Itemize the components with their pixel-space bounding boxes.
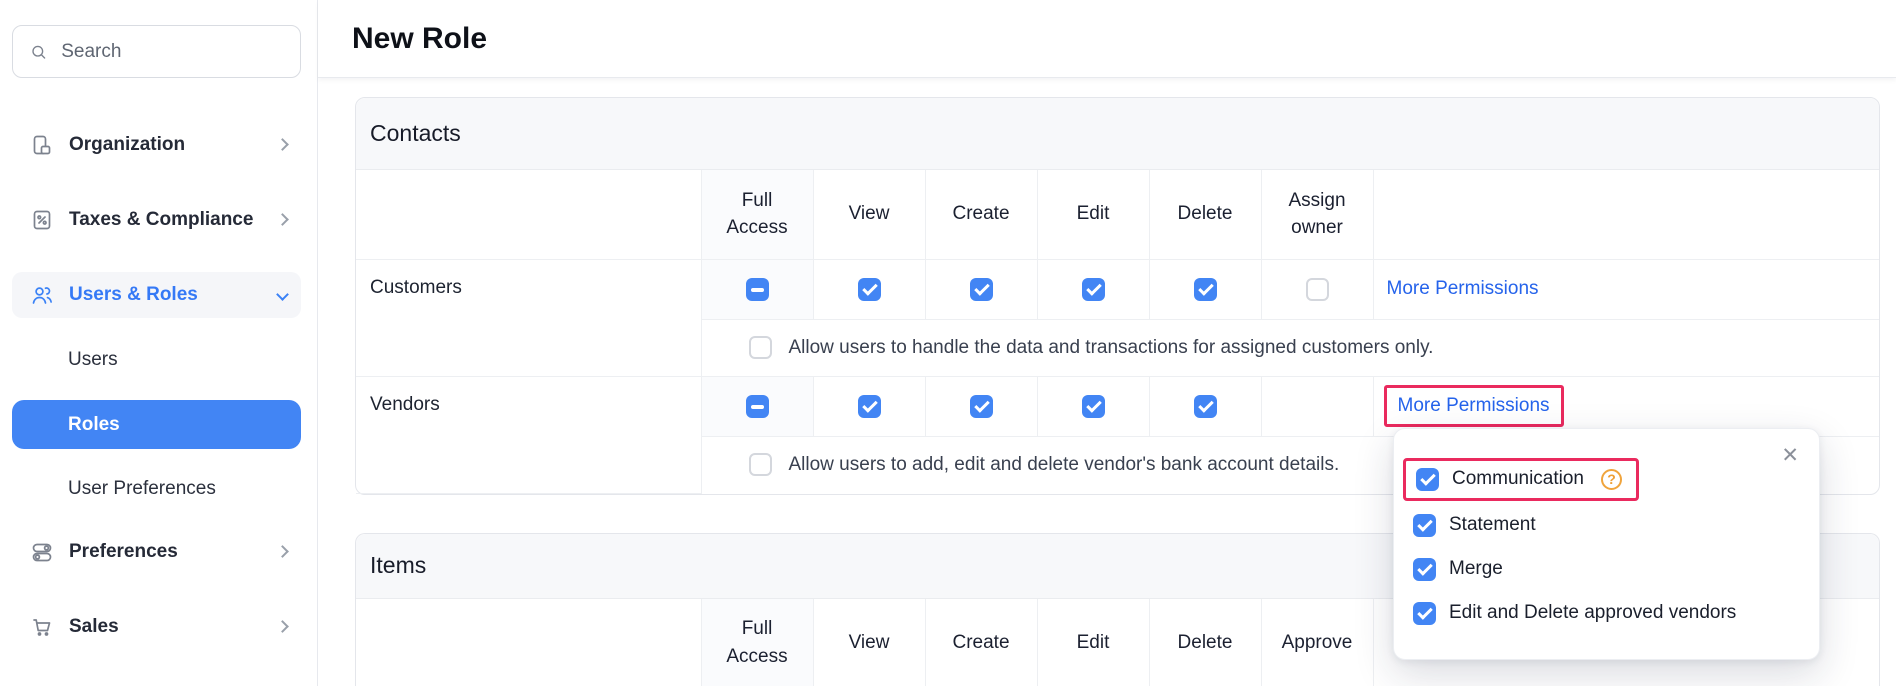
popup-option-label: Edit and Delete approved vendors [1449,602,1736,624]
sidebar-item-users[interactable]: Users [12,337,301,383]
column-header-edit: Edit [1037,599,1149,686]
vendors-view-checkbox[interactable] [858,395,881,418]
row-label-customers: Customers [356,259,701,376]
sidebar-item-users-roles[interactable]: Users & Roles [12,272,301,318]
vendors-delete-checkbox[interactable] [1194,395,1217,418]
popup-option-label: Communication [1452,468,1584,490]
popup-option-label: Merge [1449,558,1503,580]
table-header-row: Full Access View Create Edit Delete Assi… [356,170,1879,259]
column-header-full-access: Full Access [701,599,813,686]
column-header-view: View [813,170,925,259]
page-title: New Role [352,22,487,56]
column-header-full-access: Full Access [701,170,813,259]
sidebar-item-roles[interactable]: Roles [12,400,301,449]
search-box[interactable] [12,25,301,78]
sidebar-item-sales[interactable]: Sales [12,604,301,650]
customers-assign-owner-checkbox[interactable] [1306,278,1329,301]
sidebar-item-label: Users [68,349,118,371]
table-row-customers: Customers More Permissions [356,259,1879,319]
chevron-right-icon [278,543,287,561]
row-label-vendors: Vendors [356,376,701,493]
customers-assigned-only-checkbox[interactable] [749,336,772,359]
contacts-section-title: Contacts [356,98,1879,170]
vendors-more-permissions-link[interactable]: More Permissions [1398,395,1550,416]
customers-delete-checkbox[interactable] [1194,278,1217,301]
popup-option-statement: Statement [1413,503,1795,547]
merge-checkbox[interactable] [1413,558,1436,581]
header-spacer-cell [356,170,701,259]
chevron-right-icon [278,211,287,229]
popup-option-merge: Merge [1413,547,1795,591]
customers-edit-checkbox[interactable] [1082,278,1105,301]
sidebar-item-organization[interactable]: Organization [12,122,301,168]
customers-full-access-checkbox[interactable] [746,278,769,301]
search-icon [29,41,48,63]
preferences-icon [30,540,54,564]
sidebar-item-label: Users & Roles [69,284,198,306]
header-spacer-cell [356,599,701,686]
taxes-compliance-icon [30,208,54,232]
table-row-vendors: Vendors More Permissions [356,376,1879,436]
column-header-delete: Delete [1149,599,1261,686]
column-header-create: Create [925,599,1037,686]
popup-option-label: Statement [1449,514,1536,536]
customers-more-permissions-link[interactable]: More Permissions [1387,278,1539,299]
users-roles-icon [30,283,54,307]
chevron-right-icon [278,618,287,636]
vendors-edit-checkbox[interactable] [1082,395,1105,418]
vendors-create-checkbox[interactable] [970,395,993,418]
customers-note-text: Allow users to handle the data and trans… [789,337,1434,359]
highlight-annotation-box: More Permissions [1384,385,1564,427]
communication-checkbox[interactable] [1416,468,1439,491]
sidebar-item-label: Organization [69,134,185,156]
close-icon[interactable]: ✕ [1781,445,1799,466]
sidebar-item-label: Preferences [69,541,178,563]
column-header-view: View [813,599,925,686]
vendors-bank-details-checkbox[interactable] [749,453,772,476]
chevron-right-icon [278,136,287,154]
statement-checkbox[interactable] [1413,514,1436,537]
sales-cart-icon [30,615,54,639]
sidebar-item-user-preferences[interactable]: User Preferences [12,466,301,512]
vendors-full-access-checkbox[interactable] [746,395,769,418]
header-spacer-cell [1373,170,1879,259]
customers-view-checkbox[interactable] [858,278,881,301]
sidebar-nav: Organization Taxes & Compliance Users & … [12,122,301,650]
organization-icon [30,133,54,157]
sidebar-item-label: Roles [68,414,120,436]
vendors-assign-owner-empty-cell [1261,376,1373,436]
chevron-down-icon [278,286,287,304]
more-permissions-popup: ✕ Communication ? Statement Merge Edit a… [1393,428,1820,660]
column-header-approve: Approve [1261,599,1373,686]
search-input[interactable] [61,41,284,63]
highlight-annotation-box: Communication ? [1403,458,1639,501]
edit-delete-approved-vendors-checkbox[interactable] [1413,602,1436,625]
column-header-create: Create [925,170,1037,259]
column-header-assign-owner: Assign owner [1261,170,1373,259]
customers-create-checkbox[interactable] [970,278,993,301]
column-header-delete: Delete [1149,170,1261,259]
page-header: New Role [318,0,1896,78]
help-icon[interactable]: ? [1601,469,1622,490]
sidebar-item-label: Taxes & Compliance [69,209,253,231]
sidebar-item-preferences[interactable]: Preferences [12,529,301,575]
sidebar-item-label: User Preferences [68,478,216,500]
popup-option-edit-delete-approved-vendors: Edit and Delete approved vendors [1413,591,1795,635]
sidebar-item-label: Sales [69,616,119,638]
column-header-edit: Edit [1037,170,1149,259]
vendors-note-text: Allow users to add, edit and delete vend… [789,454,1340,476]
popup-option-communication: Communication ? [1413,455,1795,503]
settings-sidebar: Organization Taxes & Compliance Users & … [0,0,318,686]
sidebar-item-taxes-compliance[interactable]: Taxes & Compliance [12,197,301,243]
